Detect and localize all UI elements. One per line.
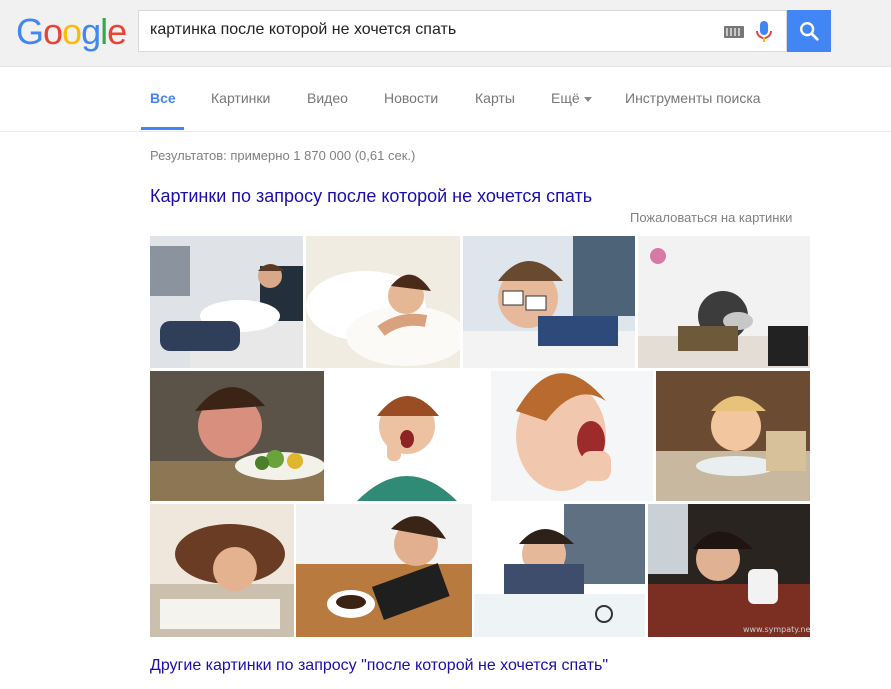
tab-news[interactable]: Новости (384, 90, 438, 106)
chevron-down-icon (583, 96, 592, 102)
logo-letter: G (16, 11, 44, 52)
more-images-link[interactable]: Другие картинки по запросу "после которо… (150, 657, 608, 675)
google-logo[interactable]: Google (16, 11, 127, 52)
tab-maps[interactable]: Карты (475, 90, 515, 106)
report-images-link[interactable]: Пожаловаться на картинки (630, 210, 792, 225)
image-thumbnail[interactable] (474, 504, 645, 637)
logo-letter: o (62, 11, 82, 52)
logo-letter: g (81, 11, 101, 52)
image-thumbnail[interactable] (296, 504, 472, 637)
image-thumbnail[interactable] (150, 371, 324, 501)
search-query[interactable]: картинка после которой не хочется спать (150, 21, 456, 39)
tab-video[interactable]: Видео (307, 90, 348, 106)
image-thumbnail[interactable] (656, 371, 810, 501)
tab-search-tools[interactable]: Инструменты поиска (625, 90, 761, 106)
keyboard-icon[interactable] (724, 26, 744, 38)
search-icon (800, 22, 819, 41)
search-tabs: Все Картинки Видео Новости Карты Ещё Инс… (0, 67, 891, 132)
active-tab-indicator (141, 127, 184, 130)
image-thumbnail[interactable] (150, 236, 303, 368)
header: Google картинка после которой не хочется… (0, 0, 891, 67)
tab-all[interactable]: Все (150, 90, 176, 106)
images-heading-link[interactable]: Картинки по запросу после которой не хоч… (150, 186, 592, 207)
logo-letter: l (100, 11, 108, 52)
image-thumbnail[interactable] (491, 371, 653, 501)
tab-more-label: Ещё (551, 90, 580, 106)
tab-more[interactable]: Ещё (551, 90, 592, 106)
image-thumbnail[interactable] (638, 236, 810, 368)
search-input[interactable]: картинка после которой не хочется спать (138, 10, 787, 52)
image-thumbnail[interactable] (327, 371, 488, 501)
results-count: Результатов: примерно 1 870 000 (0,61 се… (150, 148, 416, 163)
mic-icon[interactable] (754, 20, 774, 44)
search-button[interactable] (787, 10, 831, 52)
image-thumbnail[interactable] (150, 504, 294, 637)
image-thumbnail[interactable] (463, 236, 635, 368)
tab-images[interactable]: Картинки (211, 90, 270, 106)
image-thumbnail[interactable] (306, 236, 460, 368)
logo-letter: o (43, 11, 63, 52)
image-watermark: www.sympaty.net (743, 625, 810, 634)
logo-letter: e (107, 11, 127, 52)
image-thumbnail[interactable]: www.sympaty.net (648, 504, 810, 637)
